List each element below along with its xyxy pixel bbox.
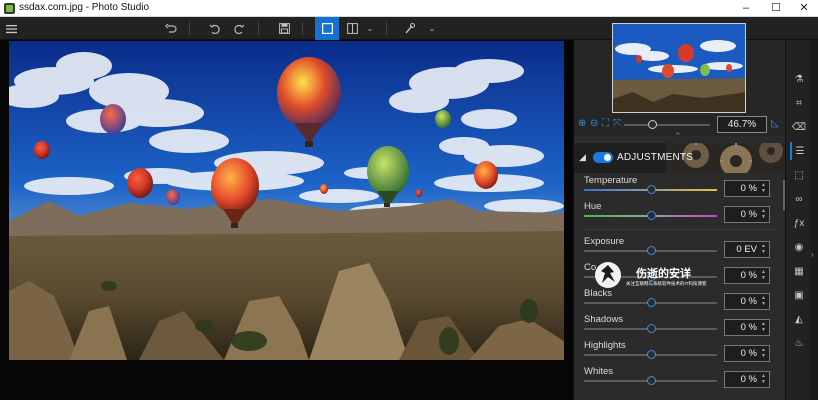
brush-icon[interactable] <box>397 17 421 40</box>
adjustment-slider-knob[interactable] <box>647 350 656 359</box>
zoom-slider[interactable] <box>624 120 710 129</box>
dropdown-chevron-icon[interactable]: ⌄ <box>360 17 380 40</box>
sliders-icon[interactable]: ☰ <box>790 142 808 160</box>
adjustment-row-highlights: Highlights 0 % ▲ ▼ <box>574 340 786 366</box>
selection-icon[interactable]: ⬚ <box>790 166 808 184</box>
palette-icon[interactable]: ◉ <box>790 238 808 256</box>
frame-icon[interactable]: ▣ <box>790 286 808 304</box>
adjustment-slider-knob[interactable] <box>647 298 656 307</box>
adjustment-row-whites: Whites 0 % ▲ ▼ <box>574 366 786 392</box>
adjustments-header[interactable]: ◢ ADJUSTMENTS <box>574 143 786 173</box>
title-bar: ssdax.com.jpg - Photo Studio – ☐ ✕ <box>0 0 818 17</box>
section-divider <box>582 229 778 230</box>
adjustment-row-shadows: Shadows 0 % ▲ ▼ <box>574 314 786 340</box>
adjustment-label: Exposure <box>584 236 625 247</box>
adjustment-label: Hue <box>584 201 602 212</box>
navigator: ⊕ ⊖ ⛶ ⤧ 46.7% ◺ ⌃ <box>574 23 786 141</box>
zoom-mode-icon[interactable]: ◺ <box>771 118 779 129</box>
undo-step-icon[interactable] <box>202 17 226 40</box>
adjustment-slider-knob[interactable] <box>647 185 656 194</box>
zoom-out-icon[interactable]: ⊖ <box>590 118 598 129</box>
expand-panel-icon[interactable]: › <box>811 250 814 259</box>
maximize-button[interactable]: ☐ <box>761 0 791 17</box>
actual-size-icon[interactable]: ⤧ <box>613 118 621 129</box>
window-title: ssdax.com.jpg - Photo Studio <box>19 2 150 13</box>
collapse-navigator-icon[interactable]: ⌃ <box>674 131 682 142</box>
value-spinner-icon[interactable]: ▲ ▼ <box>761 182 766 194</box>
adjustment-label: Shadows <box>584 314 624 325</box>
redo-icon[interactable] <box>228 17 252 40</box>
fill-icon[interactable]: ◭ <box>790 310 808 328</box>
adjustment-row-temperature: Temperature 0 % ▲ ▼ <box>574 175 786 201</box>
watermark-logo <box>595 262 621 288</box>
app-icon <box>4 3 15 14</box>
value-spinner-icon[interactable]: ▲ ▼ <box>761 321 766 333</box>
zoom-value-field[interactable]: 46.7% <box>717 116 767 133</box>
adjustment-slider-knob[interactable] <box>647 211 656 220</box>
value-spinner-icon[interactable]: ▲ ▼ <box>761 243 766 255</box>
fx-icon[interactable]: ƒx <box>790 214 808 232</box>
watermark: 伤逝的安详 关注互联网与系统软件技术的IT科技博客 <box>583 262 733 290</box>
adjustments-title: ADJUSTMENTS <box>617 152 694 163</box>
undo-icon[interactable] <box>159 17 183 40</box>
collapse-adjustments-icon[interactable]: ◢ <box>579 152 586 163</box>
adjustment-label: Temperature <box>584 175 638 186</box>
adjustment-row-hue: Hue 0 % ▲ ▼ <box>574 201 786 227</box>
brush-dropdown-icon[interactable]: ⌄ <box>422 17 442 40</box>
watermark-subtitle: 关注互联网与系统软件技术的IT科技博客 <box>626 281 707 286</box>
flask-icon[interactable]: ⚗ <box>790 70 808 88</box>
grain-icon[interactable]: ▦ <box>790 262 808 280</box>
single-view-icon[interactable] <box>315 17 339 40</box>
photo-studio-window: ssdax.com.jpg - Photo Studio – ☐ ✕ ⌄ ⌄ ⊕… <box>0 0 818 400</box>
adjustment-slider-knob[interactable] <box>647 246 656 255</box>
right-panel: ⊕ ⊖ ⛶ ⤧ 46.7% ◺ ⌃ ◢ ADJUSTMENTS Temperat… <box>573 23 786 400</box>
balloon-photo[interactable] <box>9 41 564 360</box>
eraser-icon[interactable]: ⌫ <box>790 118 808 136</box>
adjustment-row-exposure: Exposure 0 EV ▲ ▼ <box>574 236 786 262</box>
adjustment-label: Highlights <box>584 340 626 351</box>
value-spinner-icon[interactable]: ▲ ▼ <box>761 208 766 220</box>
fit-screen-icon[interactable]: ⛶ <box>602 118 609 129</box>
navigator-thumbnail[interactable] <box>612 23 746 113</box>
glasses-icon[interactable]: ∞ <box>790 190 808 208</box>
value-spinner-icon[interactable]: ▲ ▼ <box>761 295 766 307</box>
adjustment-label: Whites <box>584 366 614 377</box>
value-spinner-icon[interactable]: ▲ ▼ <box>761 269 766 281</box>
stamp-icon[interactable]: ♨ <box>790 334 808 352</box>
save-icon[interactable] <box>272 17 296 40</box>
zoom-slider-knob[interactable] <box>648 120 657 129</box>
value-spinner-icon[interactable]: ▲ ▼ <box>761 347 766 359</box>
close-button[interactable]: ✕ <box>789 0 818 17</box>
adjustment-slider-knob[interactable] <box>647 376 656 385</box>
adjustment-slider-knob[interactable] <box>647 324 656 333</box>
watermark-name: 伤逝的安详 <box>636 268 691 280</box>
minimize-button[interactable]: – <box>731 0 761 17</box>
zoom-in-icon[interactable]: ⊕ <box>578 118 586 129</box>
right-edge: › <box>810 40 818 400</box>
adjustments-toggle[interactable] <box>593 152 613 163</box>
value-spinner-icon[interactable]: ▲ ▼ <box>761 373 766 385</box>
tool-icon-column: ⚗ ⌗ ⌫ ☰ ⬚ ∞ ƒx ◉ ▦ ▣ ◭ ♨ <box>785 40 810 400</box>
crop-icon[interactable]: ⌗ <box>790 94 808 112</box>
menu-icon[interactable] <box>0 17 24 40</box>
adjustment-row-blacks: Blacks 0 % ▲ ▼ <box>574 288 786 314</box>
